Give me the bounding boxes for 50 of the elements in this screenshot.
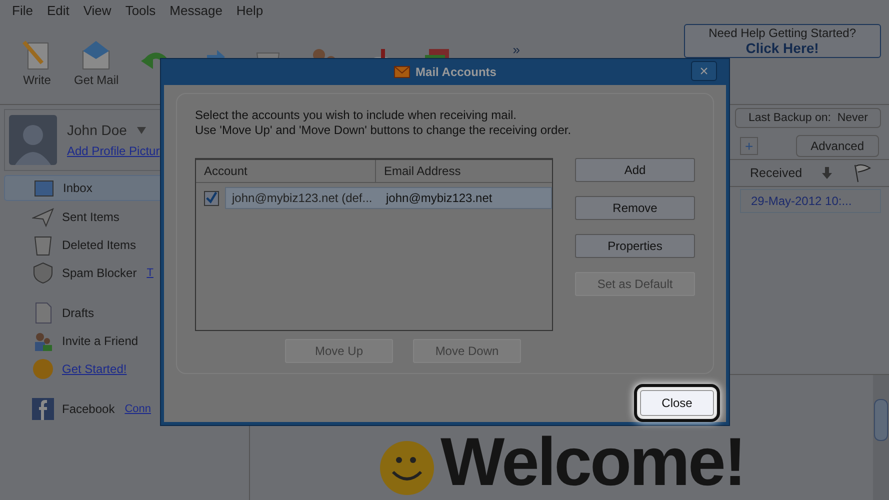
sort-down-icon [822,167,832,179]
help-link[interactable]: Click Here! [746,41,819,56]
menu-item[interactable]: Edit [46,3,70,19]
advanced-button[interactable]: Advanced [796,135,879,157]
deleted-icon [32,234,54,256]
sidebar-item[interactable]: Spam Blocker T [4,261,249,285]
menu-item[interactable]: Message [170,3,222,19]
toolbar-button[interactable]: Write [18,39,56,87]
dialog-title: Mail Accounts [416,65,496,79]
column-header[interactable]: Received [750,166,802,180]
close-button[interactable]: × [691,61,717,81]
add-tab-button[interactable]: + [740,137,758,155]
account-row[interactable]: john@mybiz123.net (def... john@mybiz123.net [225,187,552,209]
toolbar-overflow-button[interactable]: » [512,42,520,57]
caret-icon[interactable] [136,126,146,134]
column-header[interactable]: Account [196,160,376,182]
menu-item[interactable]: View [83,3,112,19]
sent-icon [32,206,54,228]
flag-icon [852,163,872,183]
smiley-icon [378,440,435,496]
message-row[interactable]: 29-May-2012 10:... [740,189,881,213]
spam-blocker-link[interactable]: T [146,267,154,279]
dialog-button[interactable]: Remove [575,196,695,220]
envelope-icon [394,66,410,78]
dialog-button[interactable]: Properties [575,234,695,258]
facebook-icon [32,398,54,420]
spam-icon [32,262,54,284]
started-icon [32,358,54,380]
menu-item[interactable]: Help [236,3,264,19]
profile-name[interactable]: John Doe [67,122,127,138]
backup-status[interactable]: Last Backup on: Never [735,108,881,128]
dialog-button[interactable]: Add [575,158,695,182]
sidebar-item[interactable]: Invite a Friend [4,329,249,353]
menu-item[interactable]: Tools [125,3,156,19]
sidebar-item[interactable]: Deleted Items [4,233,249,257]
sidebar-item[interactable]: Get Started! [4,357,249,381]
menu-item[interactable]: File [12,3,33,19]
sidebar-item[interactable]: Drafts [4,301,249,325]
instructions-text: Select the accounts you wish to include when receiving mail. Use 'Move Up' and 'Move Down' buttons to change the receiving order. [195,108,572,138]
connect-link[interactable]: Conn [124,403,151,415]
toolbar-button[interactable]: Get Mail [74,39,119,87]
column-header[interactable]: Email Address [376,160,469,182]
vertical-scrollbar[interactable] [873,375,889,500]
help-text: Need Help Getting Started? [708,26,856,41]
account-checkbox[interactable] [204,190,219,206]
invite-icon [32,330,54,352]
avatar-icon [9,115,57,165]
sidebar-item[interactable]: Facebook Conn [4,397,249,421]
add-profile-picture-link[interactable]: Add Profile Pictur [67,144,160,158]
help-banner[interactable]: Need Help Getting Started? Click Here! [684,24,881,58]
